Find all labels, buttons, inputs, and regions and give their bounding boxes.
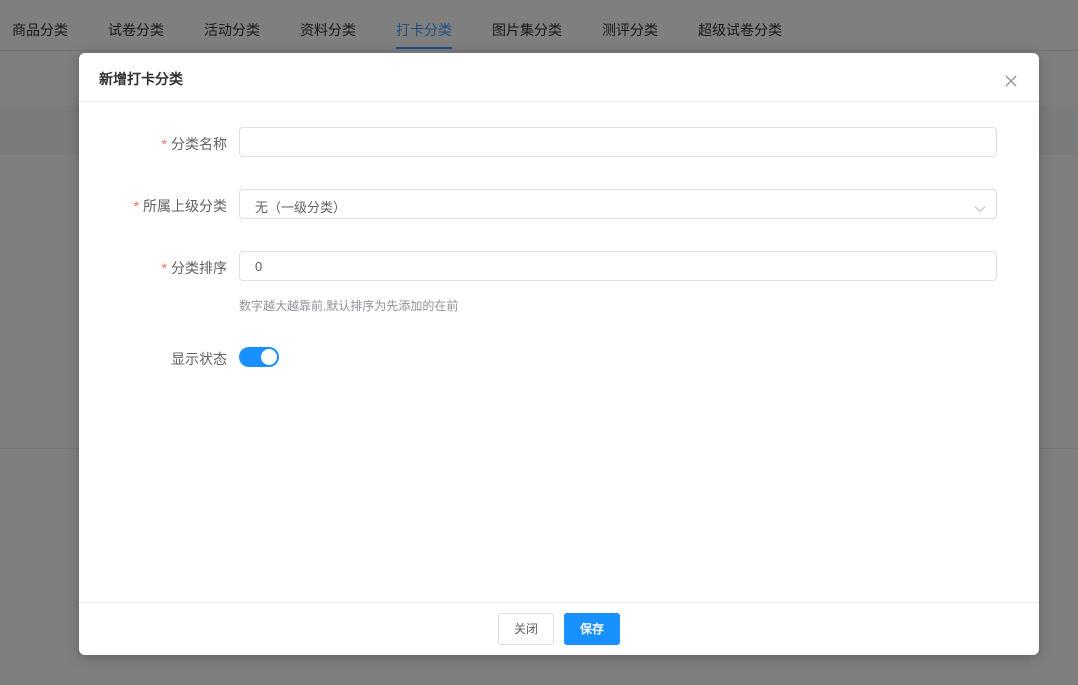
chevron-down-icon: [974, 200, 986, 213]
sort-label: * 分类排序: [161, 260, 227, 276]
sort-input[interactable]: [240, 252, 996, 280]
category-name-label: * 分类名称: [161, 136, 227, 152]
dialog-title: 新增打卡分类: [99, 71, 183, 87]
toggle-knob: [261, 349, 277, 365]
close-icon[interactable]: [1003, 73, 1019, 89]
display-status-toggle[interactable]: [239, 347, 279, 367]
close-button[interactable]: 关闭: [498, 613, 554, 645]
display-status-label: 显示状态: [171, 351, 227, 367]
dialog-header: 新增打卡分类: [79, 53, 1039, 102]
sort-hint: 数字越大越靠前,默认排序为先添加的在前: [239, 299, 459, 313]
parent-category-label: * 所属上级分类: [133, 198, 227, 214]
parent-category-value: 无（一级分类）: [255, 200, 347, 215]
category-name-field[interactable]: [239, 127, 997, 157]
category-name-input[interactable]: [240, 128, 996, 156]
parent-category-select[interactable]: 无（一级分类）: [239, 189, 997, 219]
sort-field[interactable]: [239, 251, 997, 281]
dialog-footer: 关闭 保存: [79, 602, 1039, 656]
add-checkin-category-dialog: 新增打卡分类 *分类名称 *所属上级分类 无（一级分类） *分类排序 数字越大越…: [79, 53, 1039, 655]
save-button[interactable]: 保存: [564, 613, 620, 645]
